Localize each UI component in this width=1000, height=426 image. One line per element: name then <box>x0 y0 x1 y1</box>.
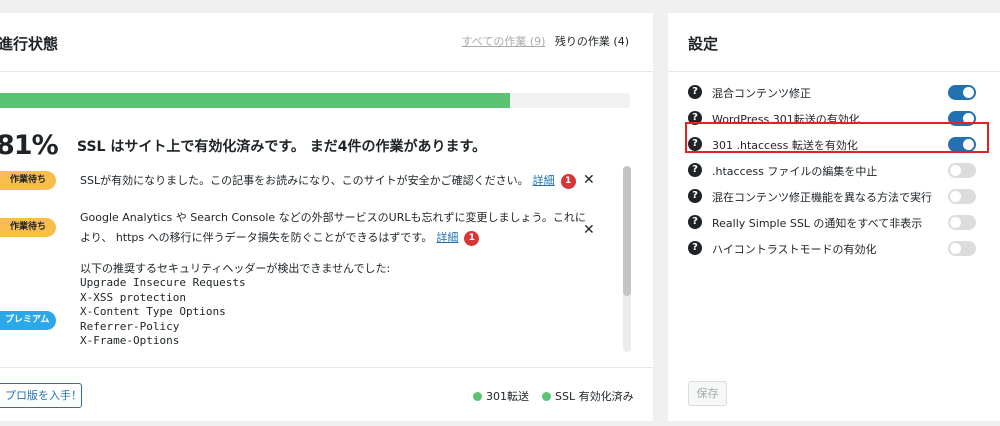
security-header-item: Upgrade Insecure Requests <box>80 276 246 289</box>
setting-toggle[interactable] <box>948 85 976 100</box>
ssl-status-message: SSL はサイト上で有効化済みです。 まだ4件の作業があります。 <box>77 139 487 155</box>
setting-label: 混合コンテンツ修正 <box>712 87 811 100</box>
status-dot-icon <box>542 392 551 401</box>
setting-label: ハイコントラストモードの有効化 <box>712 243 877 256</box>
help-icon[interactable]: ? <box>688 163 702 177</box>
security-header-item: Referrer-Policy <box>80 319 180 333</box>
tab-remaining-tasks[interactable]: 残りの作業 (4) <box>555 35 629 48</box>
settings-panel: 設定 ? 混合コンテンツ修正? WordPress 301転送の有効化? 301 .h… <box>668 13 1000 421</box>
highlight-annotation <box>685 122 989 153</box>
setting-toggle[interactable] <box>948 163 976 178</box>
security-headers-task: 以下の推奨するセキュリティヘッダーが検出できませんでした: Upgrade In… <box>80 262 618 350</box>
toggle-knob <box>950 191 961 202</box>
progress-percent: 81% <box>0 130 59 161</box>
setting-row: ? 混合コンテンツ修正 <box>688 83 978 103</box>
task-more-link[interactable]: 詳細 <box>533 174 555 187</box>
help-icon[interactable]: ? <box>688 215 702 229</box>
help-icon[interactable]: ? <box>688 241 702 255</box>
task-more-link[interactable]: 詳細 <box>436 231 458 244</box>
security-header-item: X-XSS protection <box>80 290 186 304</box>
task-text: 以下の推奨するセキュリティヘッダーが検出できませんでした: <box>80 262 391 275</box>
dismiss-task-icon[interactable]: ✕ <box>583 172 595 188</box>
get-pro-button[interactable]: プロ版を入手！ <box>0 383 82 408</box>
setting-toggle[interactable] <box>948 189 976 204</box>
setting-label: 混在コンテンツ修正機能を異なる方法で実行 <box>712 191 932 204</box>
progress-bar <box>0 93 630 108</box>
dismiss-task-icon[interactable]: ✕ <box>583 222 595 238</box>
progress-panel: 進行状態 すべての作業 (9) 残りの作業 (4) 81% SSL はサイト上で… <box>0 13 653 421</box>
toggle-knob <box>950 165 961 176</box>
progress-bar-fill <box>0 93 511 108</box>
task-text: より、 https への移行に伴うデータ損失を防ぐことができるはずです。 <box>80 231 433 244</box>
footer-divider <box>0 367 653 368</box>
progress-panel-title: 進行状態 <box>0 35 59 53</box>
scrollbar-thumb[interactable] <box>623 166 631 296</box>
task-text: SSLが有効になりました。この記事をお読みになり、このサイトが安全かご確認くださ… <box>80 174 529 187</box>
task-item: SSLが有効になりました。この記事をお読みになり、このサイトが安全かご確認くださ… <box>80 171 576 191</box>
toggle-knob <box>963 87 974 98</box>
notification-count-badge: 1 <box>560 174 576 189</box>
toggle-knob <box>950 217 961 228</box>
header-divider <box>668 71 1000 72</box>
security-header-item: X-Content Type Options <box>80 305 226 318</box>
status-label: 301転送 <box>486 390 529 403</box>
setting-label: .htaccess ファイルの編集を中止 <box>712 165 878 178</box>
setting-row: ? 混在コンテンツ修正機能を異なる方法で実行 <box>688 187 978 207</box>
setting-toggle[interactable] <box>948 215 976 230</box>
status-ssl-enabled: SSL 有効化済み <box>542 388 634 404</box>
task-tabs: すべての作業 (9) 残りの作業 (4) <box>462 33 629 49</box>
toggle-knob <box>950 243 961 254</box>
task-badge-premium: プレミアム <box>0 311 56 330</box>
setting-toggle[interactable] <box>948 241 976 256</box>
status-301-redirect: 301転送 <box>473 388 529 404</box>
status-label: SSL 有効化済み <box>555 390 634 403</box>
status-dot-icon <box>473 392 482 401</box>
task-badge-waiting: 作業待ち <box>0 171 56 190</box>
help-icon[interactable]: ? <box>688 85 702 99</box>
notification-count-badge: 1 <box>464 231 480 246</box>
tab-all-tasks[interactable]: すべての作業 (9) <box>462 35 546 48</box>
save-button[interactable]: 保存 <box>688 381 727 406</box>
task-text: Google Analytics や Search Console などの外部サ… <box>80 211 586 224</box>
task-list-scrollbar[interactable] <box>623 166 631 352</box>
setting-label: Really Simple SSL の通知をすべて非表示 <box>712 217 923 230</box>
task-item: Google Analytics や Search Console などの外部サ… <box>80 208 586 248</box>
security-header-item: X-Frame-Options <box>80 334 180 347</box>
setting-row: ? ハイコントラストモードの有効化 <box>688 239 978 259</box>
help-icon[interactable]: ? <box>688 189 702 203</box>
task-badge-waiting: 作業待ち <box>0 218 56 237</box>
setting-row: ? .htaccess ファイルの編集を中止 <box>688 161 978 181</box>
setting-row: ? Really Simple SSL の通知をすべて非表示 <box>688 213 978 233</box>
settings-panel-title: 設定 <box>688 35 719 53</box>
header-divider <box>0 71 653 72</box>
